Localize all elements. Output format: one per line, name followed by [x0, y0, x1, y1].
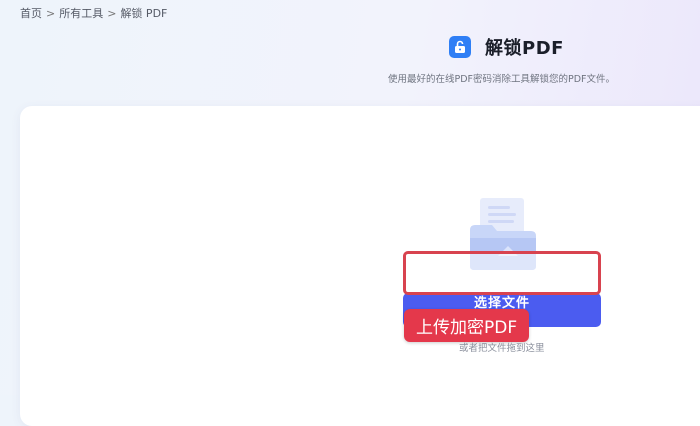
unlock-icon [449, 36, 471, 58]
breadcrumb-all-tools[interactable]: 所有工具 [59, 5, 103, 21]
breadcrumb-home[interactable]: 首页 [20, 5, 42, 21]
breadcrumb-separator: > [46, 6, 56, 20]
breadcrumb-separator: > [107, 6, 117, 20]
drop-hint: 或者把文件拖到这里 [459, 343, 545, 354]
breadcrumb-current: 解锁 PDF [120, 7, 168, 20]
annotation-highlight-box [403, 251, 601, 295]
annotation-callout: 上传加密PDF [404, 309, 530, 342]
breadcrumb: 首页 > 所有工具 > 解锁 PDF [20, 5, 167, 21]
page-subtitle: 使用最好的在线PDF密码消除工具解锁您的PDF文件。 [388, 74, 616, 85]
page-title: 解锁PDF [485, 38, 564, 59]
page-header: 解锁PDF [449, 34, 564, 60]
